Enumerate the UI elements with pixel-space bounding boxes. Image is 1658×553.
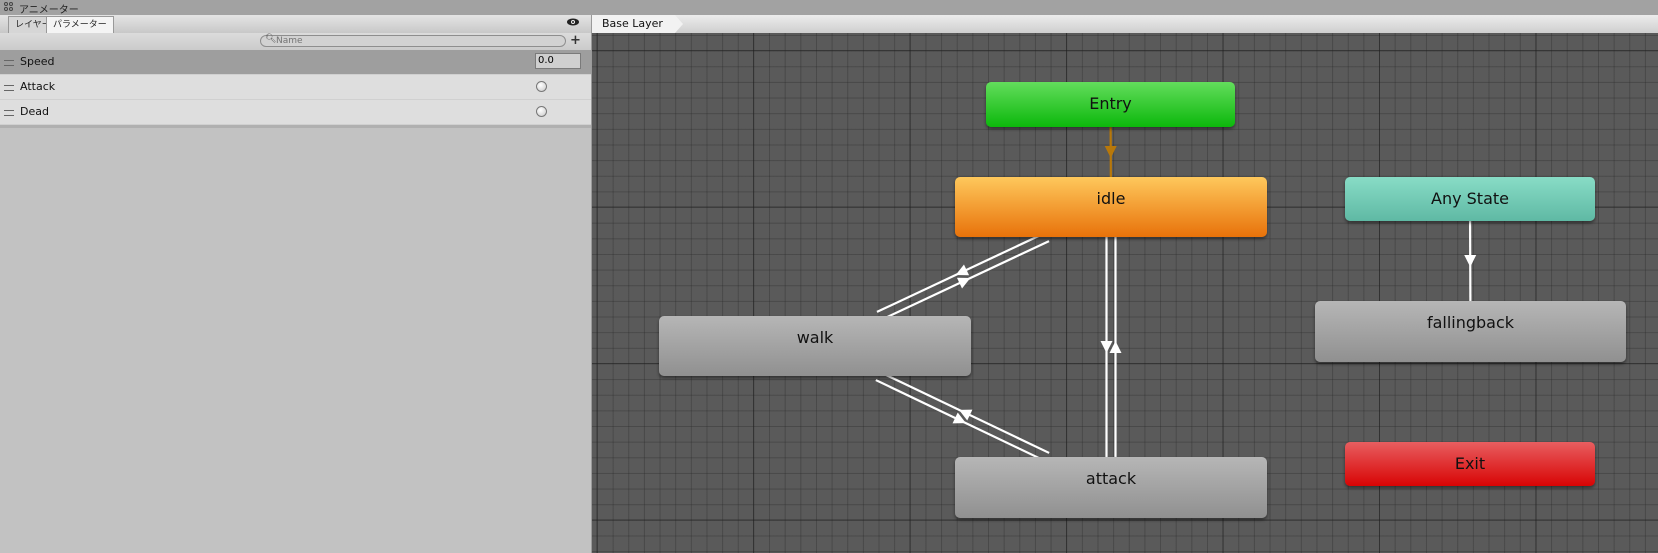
state-exit[interactable]: Exit xyxy=(1345,442,1595,486)
search-icon: 🔍︎ xyxy=(265,34,277,44)
parameters-panel: レイヤー パラメーター 🔍︎ + Speed Attack Dead xyxy=(0,15,592,553)
eye-icon[interactable] xyxy=(567,18,579,26)
parameter-name: Attack xyxy=(20,80,56,93)
drag-handle-icon[interactable] xyxy=(4,85,14,91)
parameter-name: Speed xyxy=(20,55,55,68)
state-label: attack xyxy=(1085,469,1137,488)
search-input[interactable] xyxy=(276,36,556,46)
search-field[interactable]: 🔍︎ xyxy=(260,34,566,47)
add-parameter-button[interactable]: + xyxy=(570,33,581,48)
breadcrumb-base-layer[interactable]: Base Layer xyxy=(592,15,683,33)
state-walk[interactable]: walk xyxy=(659,316,971,376)
state-label: Entry xyxy=(1089,94,1132,113)
state-label: Exit xyxy=(1454,454,1486,473)
drag-handle-icon[interactable] xyxy=(4,110,14,116)
state-label: walk xyxy=(796,328,834,347)
state-any-state[interactable]: Any State xyxy=(1345,177,1595,221)
parameter-row[interactable]: Dead xyxy=(0,100,591,125)
state-fallingback[interactable]: fallingback xyxy=(1315,301,1626,362)
state-label: Any State xyxy=(1431,189,1509,208)
divider xyxy=(0,125,591,128)
speed-value-field[interactable] xyxy=(535,53,581,69)
state-idle[interactable]: idle xyxy=(955,177,1267,237)
search-row: 🔍︎ + xyxy=(0,33,591,51)
dead-trigger-radio[interactable] xyxy=(536,106,547,117)
state-entry[interactable]: Entry xyxy=(986,82,1235,127)
window-titlebar: アニメーター xyxy=(0,0,1658,16)
panel-tabs: レイヤー パラメーター xyxy=(0,15,591,34)
state-label: idle xyxy=(1096,189,1126,208)
parameter-row[interactable]: Attack xyxy=(0,75,591,100)
breadcrumb: Base Layer xyxy=(592,15,1658,34)
animator-icon xyxy=(4,2,15,13)
state-label: fallingback xyxy=(1426,313,1515,332)
state-attack[interactable]: attack xyxy=(955,457,1267,518)
attack-trigger-radio[interactable] xyxy=(536,81,547,92)
parameter-list: Speed Attack Dead xyxy=(0,50,591,128)
parameter-row[interactable]: Speed xyxy=(0,50,591,75)
tab-parameters[interactable]: パラメーター xyxy=(46,16,114,33)
drag-handle-icon[interactable] xyxy=(4,60,14,66)
parameter-name: Dead xyxy=(20,105,49,118)
window-title: アニメーター xyxy=(19,5,79,16)
